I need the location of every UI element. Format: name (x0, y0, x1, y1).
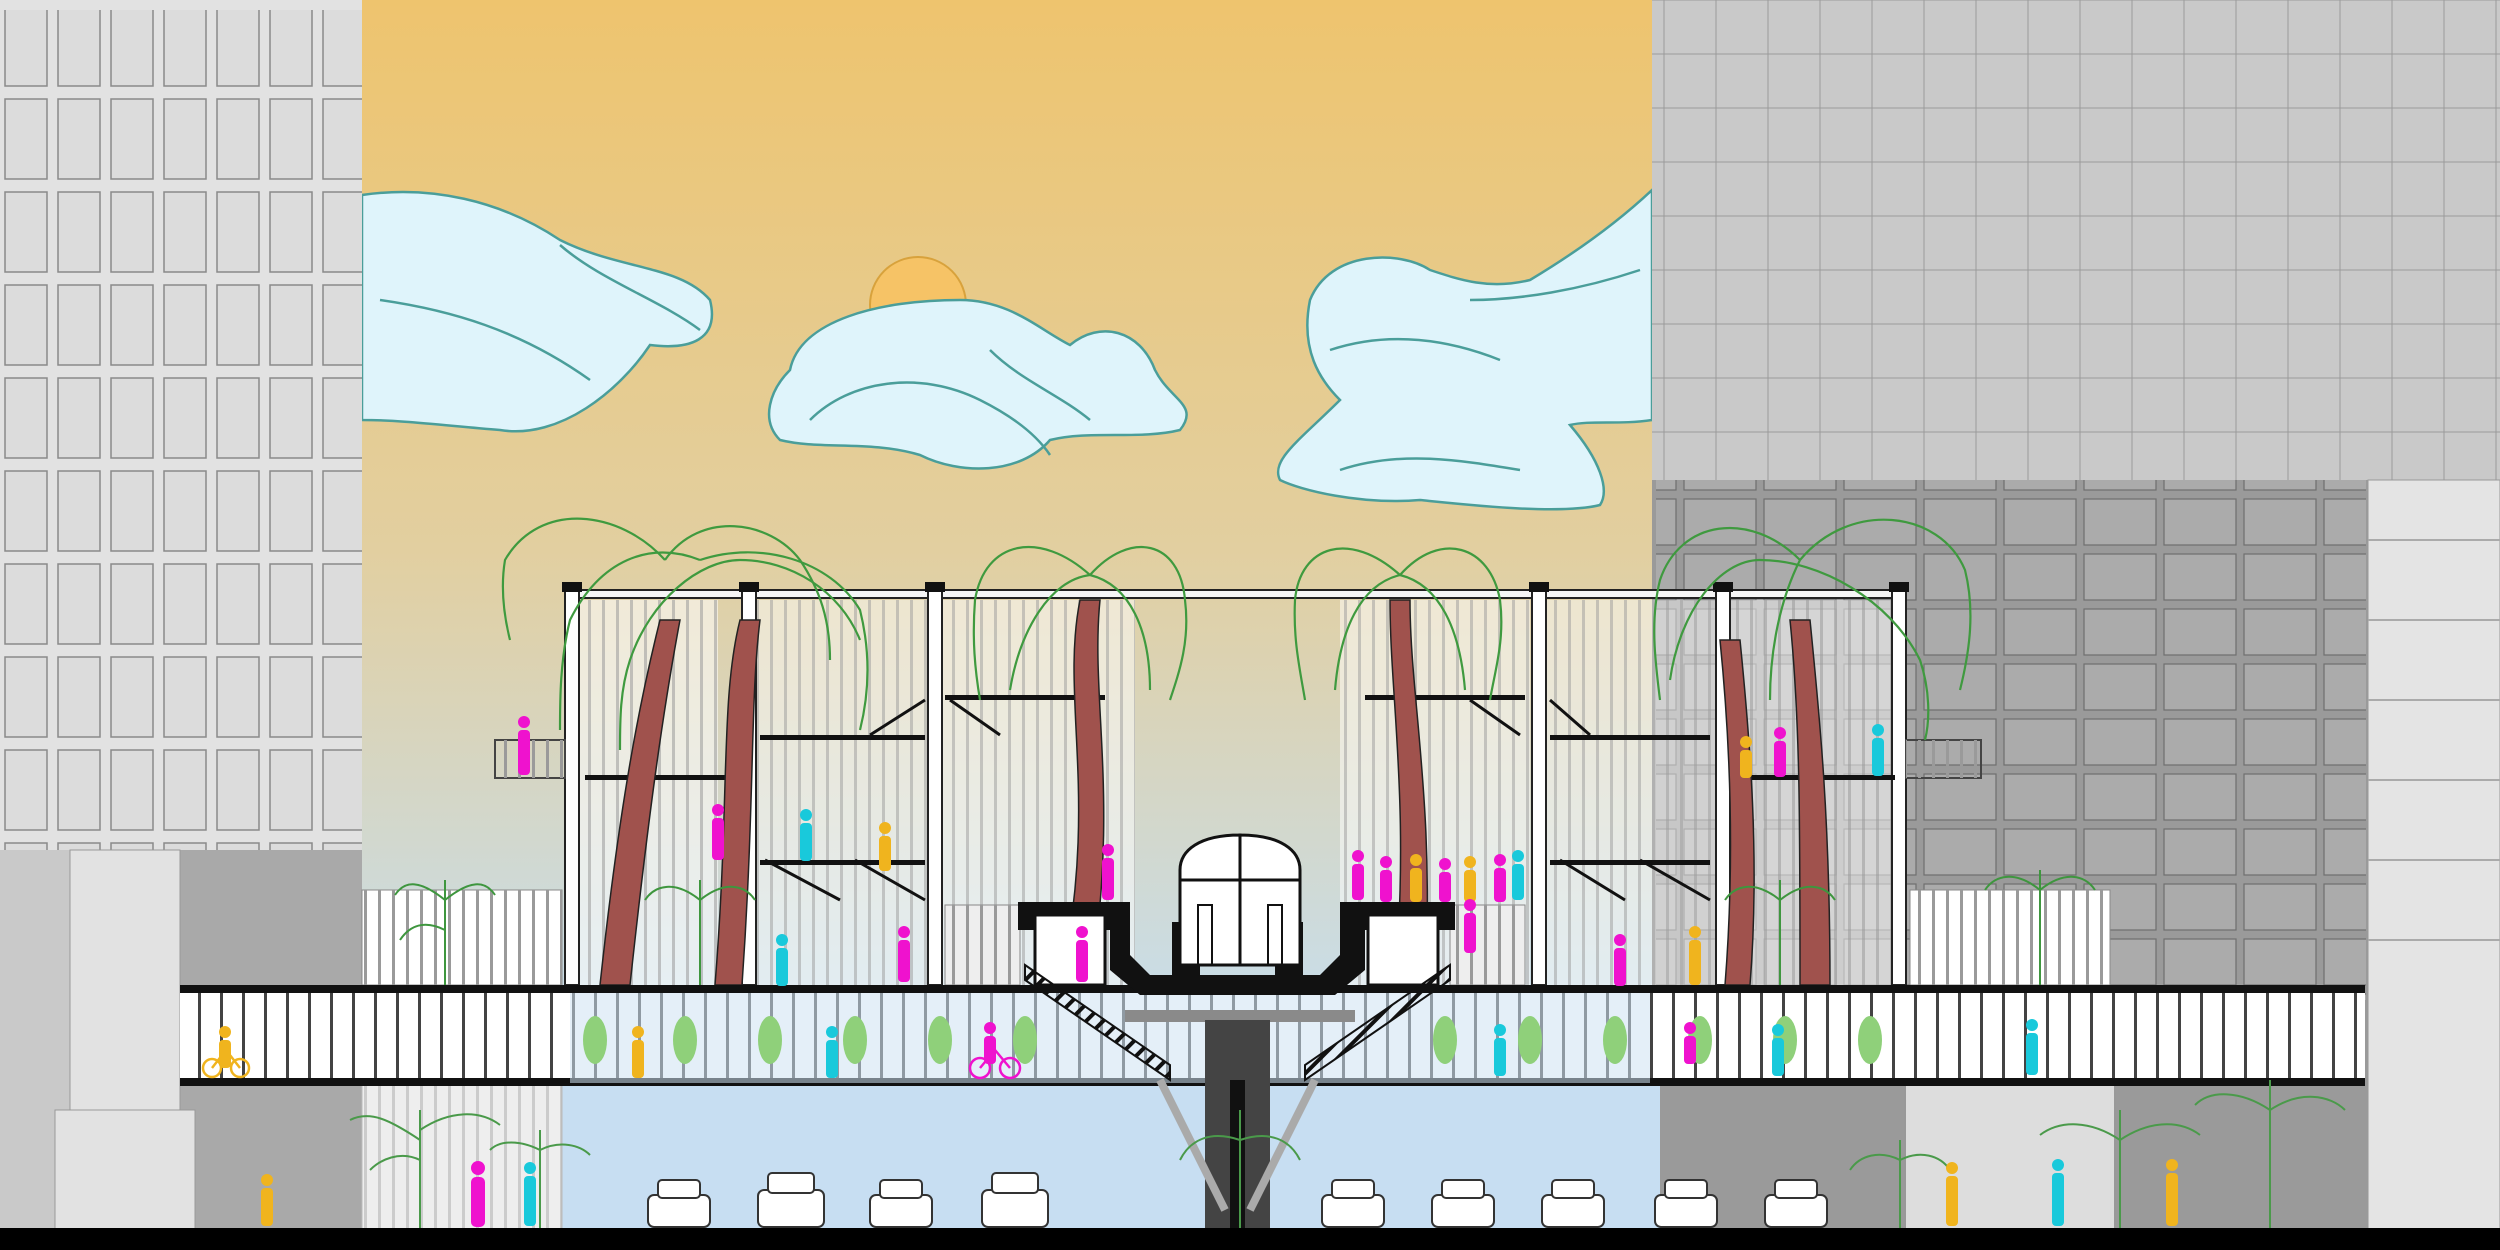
car (647, 1179, 711, 1228)
car (1764, 1179, 1828, 1228)
person (219, 1026, 231, 1068)
person (632, 1026, 644, 1078)
car (1321, 1179, 1385, 1228)
person (1380, 856, 1392, 902)
person (1872, 724, 1884, 776)
car (1541, 1179, 1605, 1228)
person (524, 1162, 536, 1226)
person (1494, 854, 1506, 902)
person (2052, 1159, 2064, 1226)
person (1076, 926, 1088, 982)
person (1102, 844, 1114, 900)
person (879, 822, 891, 871)
car (869, 1179, 933, 1228)
person (1410, 854, 1422, 902)
person (1740, 736, 1752, 778)
person (1464, 899, 1476, 953)
car (981, 1172, 1049, 1228)
person (898, 926, 910, 982)
person (1946, 1162, 1958, 1226)
person (1464, 856, 1476, 902)
car (1654, 1179, 1718, 1228)
person (1684, 1022, 1696, 1064)
person (1614, 934, 1626, 986)
ground-line (0, 1228, 2500, 1250)
person (1774, 727, 1786, 777)
person (1494, 1024, 1506, 1076)
section-drawing (0, 0, 2500, 1250)
person (2026, 1019, 2038, 1075)
person (1352, 850, 1364, 900)
person (800, 809, 812, 861)
person (1439, 858, 1451, 902)
person (261, 1174, 273, 1226)
person (826, 1026, 838, 1078)
person (1512, 850, 1524, 900)
person (518, 716, 530, 775)
person (712, 804, 724, 860)
person (1772, 1024, 1784, 1076)
person (776, 934, 788, 986)
car (1431, 1179, 1495, 1228)
car (757, 1172, 825, 1228)
person (1689, 926, 1701, 985)
person (471, 1161, 485, 1227)
person (2166, 1159, 2178, 1226)
